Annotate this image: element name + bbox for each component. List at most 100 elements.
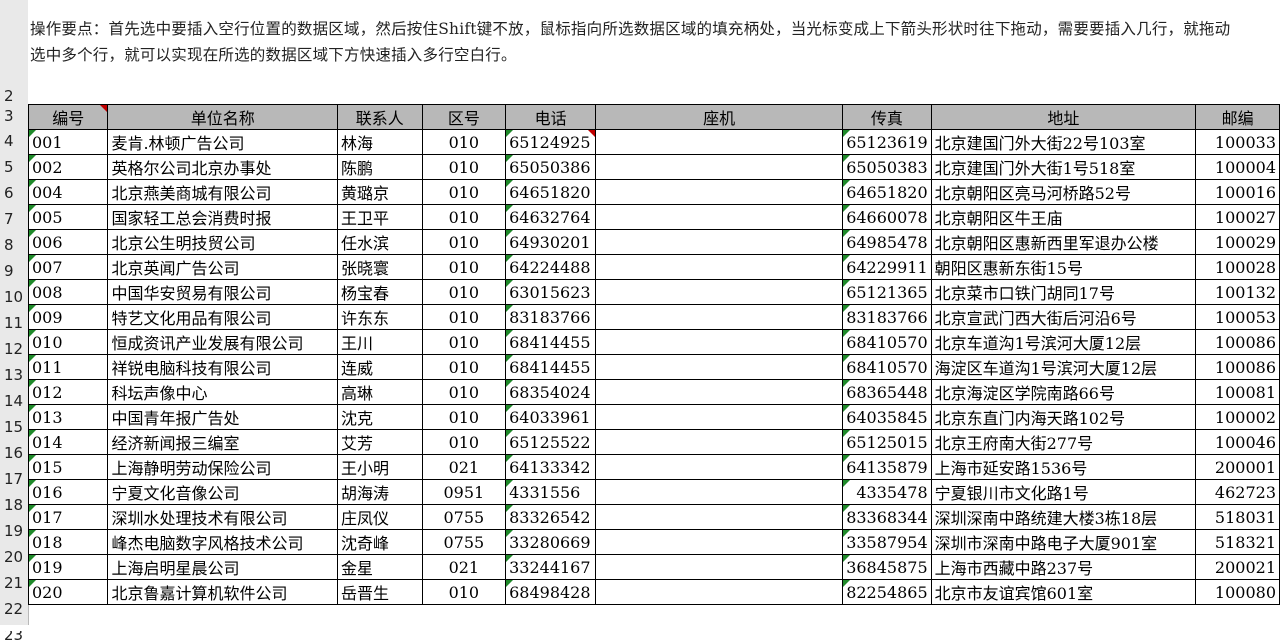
cell-phone[interactable]: 65125522 — [505, 429, 597, 455]
cell-fax[interactable]: 65123619 — [842, 129, 932, 155]
cell-contact[interactable]: 高琳 — [337, 379, 423, 405]
cell-contact[interactable]: 任水滨 — [337, 229, 423, 255]
cell-address[interactable]: 北京朝阳区亮马河桥路52号 — [930, 179, 1197, 205]
cell-id[interactable]: 016 — [27, 479, 109, 505]
cell-area[interactable]: 021 — [421, 554, 507, 580]
cell-area[interactable]: 010 — [421, 404, 507, 430]
cell-address[interactable]: 深圳深南中路统建大楼3栋18层 — [930, 504, 1197, 530]
cell-landline[interactable] — [595, 229, 844, 255]
cell-fax[interactable]: 64985478 — [842, 229, 932, 255]
cell-phone[interactable]: 63015623 — [505, 279, 597, 305]
cell-address[interactable]: 北京朝阳区牛王庙 — [930, 204, 1197, 230]
cell-landline[interactable] — [595, 504, 844, 530]
cell-address[interactable]: 朝阳区惠新东街15号 — [930, 254, 1197, 280]
cell-fax[interactable]: 64660078 — [842, 204, 932, 230]
cell-fax[interactable]: 64229911 — [842, 254, 932, 280]
cell-phone[interactable]: 68498428 — [505, 579, 597, 605]
cell-phone[interactable]: 64930201 — [505, 229, 597, 255]
cell-fax[interactable]: 68410570 — [842, 354, 932, 380]
cell-landline[interactable] — [595, 579, 844, 605]
cell-fax[interactable]: 64135879 — [842, 454, 932, 480]
cell-landline[interactable] — [595, 479, 844, 505]
cell-name[interactable]: 英格尔公司北京办事处 — [107, 154, 339, 180]
cell-fax[interactable]: 83183766 — [842, 304, 932, 330]
cell-address[interactable]: 宁夏银川市文化路1号 — [930, 479, 1197, 505]
cell-contact[interactable]: 连威 — [337, 354, 423, 380]
row-number[interactable]: 10 — [0, 288, 28, 306]
cell-phone[interactable]: 64133342 — [505, 454, 597, 480]
cell-contact[interactable]: 杨宝春 — [337, 279, 423, 305]
cell-contact[interactable]: 林海 — [337, 129, 423, 155]
cell-id[interactable]: 001 — [27, 129, 109, 155]
cell-name[interactable]: 特艺文化用品有限公司 — [107, 304, 339, 330]
row-number[interactable]: 6 — [0, 184, 28, 202]
cell-area[interactable]: 010 — [421, 154, 507, 180]
cell-contact[interactable]: 岳晋生 — [337, 579, 423, 605]
cell-zip[interactable]: 200021 — [1195, 554, 1280, 580]
cell-phone[interactable]: 65124925 — [505, 129, 597, 155]
cell-area[interactable]: 010 — [421, 279, 507, 305]
cell-name[interactable]: 麦肯.林顿广告公司 — [107, 129, 339, 155]
cell-fax[interactable]: 36845875 — [842, 554, 932, 580]
cell-landline[interactable] — [595, 429, 844, 455]
cell-phone[interactable]: 83183766 — [505, 304, 597, 330]
cell-name[interactable]: 宁夏文化音像公司 — [107, 479, 339, 505]
cell-fax[interactable]: 65121365 — [842, 279, 932, 305]
cell-address[interactable]: 北京建国门外大街1号518室 — [930, 154, 1197, 180]
cell-landline[interactable] — [595, 254, 844, 280]
cell-name[interactable]: 祥锐电脑科技有限公司 — [107, 354, 339, 380]
cell-address[interactable]: 上海市延安路1536号 — [930, 454, 1197, 480]
column-header-address[interactable]: 地址 — [930, 104, 1197, 130]
cell-id[interactable]: 015 — [27, 454, 109, 480]
cell-zip[interactable]: 100080 — [1195, 579, 1280, 605]
row-number[interactable]: 5 — [0, 158, 28, 176]
cell-area[interactable]: 010 — [421, 579, 507, 605]
cell-address[interactable]: 北京东直门内海天路102号 — [930, 404, 1197, 430]
row-number[interactable]: 15 — [0, 418, 28, 436]
cell-name[interactable]: 北京公生明技贸公司 — [107, 229, 339, 255]
cell-zip[interactable]: 462723 — [1195, 479, 1280, 505]
cell-id[interactable]: 006 — [27, 229, 109, 255]
row-number[interactable]: 22 — [0, 600, 28, 618]
cell-name[interactable]: 中国青年报广告处 — [107, 404, 339, 430]
cell-contact[interactable]: 胡海涛 — [337, 479, 423, 505]
cell-address[interactable]: 北京市友谊宾馆601室 — [930, 579, 1197, 605]
cell-zip[interactable]: 100004 — [1195, 154, 1280, 180]
cell-id[interactable]: 019 — [27, 554, 109, 580]
cell-id[interactable]: 010 — [27, 329, 109, 355]
cell-landline[interactable] — [595, 404, 844, 430]
cell-contact[interactable]: 黄璐京 — [337, 179, 423, 205]
cell-area[interactable]: 010 — [421, 354, 507, 380]
column-header-name[interactable]: 单位名称 — [107, 104, 339, 130]
row-number[interactable]: 21 — [0, 574, 28, 592]
cell-id[interactable]: 007 — [27, 254, 109, 280]
cell-area[interactable]: 0951 — [421, 479, 507, 505]
cell-zip[interactable]: 100028 — [1195, 254, 1280, 280]
cell-contact[interactable]: 王小明 — [337, 454, 423, 480]
cell-id[interactable]: 013 — [27, 404, 109, 430]
cell-id[interactable]: 018 — [27, 529, 109, 555]
cell-contact[interactable]: 陈鹏 — [337, 154, 423, 180]
cell-landline[interactable] — [595, 454, 844, 480]
cell-landline[interactable] — [595, 379, 844, 405]
cell-address[interactable]: 上海市西藏中路237号 — [930, 554, 1197, 580]
cell-landline[interactable] — [595, 529, 844, 555]
cell-phone[interactable]: 83326542 — [505, 504, 597, 530]
cell-contact[interactable]: 沈奇峰 — [337, 529, 423, 555]
row-number[interactable]: 8 — [0, 236, 28, 254]
cell-phone[interactable]: 4331556 — [505, 479, 597, 505]
cell-id[interactable]: 008 — [27, 279, 109, 305]
cell-area[interactable]: 0755 — [421, 504, 507, 530]
cell-id[interactable]: 005 — [27, 204, 109, 230]
cell-zip[interactable]: 518031 — [1195, 504, 1280, 530]
cell-name[interactable]: 北京燕美商城有限公司 — [107, 179, 339, 205]
cell-area[interactable]: 0755 — [421, 529, 507, 555]
cell-name[interactable]: 上海静明劳动保险公司 — [107, 454, 339, 480]
cell-zip[interactable]: 100002 — [1195, 404, 1280, 430]
cell-phone[interactable]: 68354024 — [505, 379, 597, 405]
cell-phone[interactable]: 64224488 — [505, 254, 597, 280]
cell-phone[interactable]: 64651820 — [505, 179, 597, 205]
cell-address[interactable]: 北京朝阳区惠新西里军退办公楼 — [930, 229, 1197, 255]
cell-zip[interactable]: 100132 — [1195, 279, 1280, 305]
cell-landline[interactable] — [595, 154, 844, 180]
